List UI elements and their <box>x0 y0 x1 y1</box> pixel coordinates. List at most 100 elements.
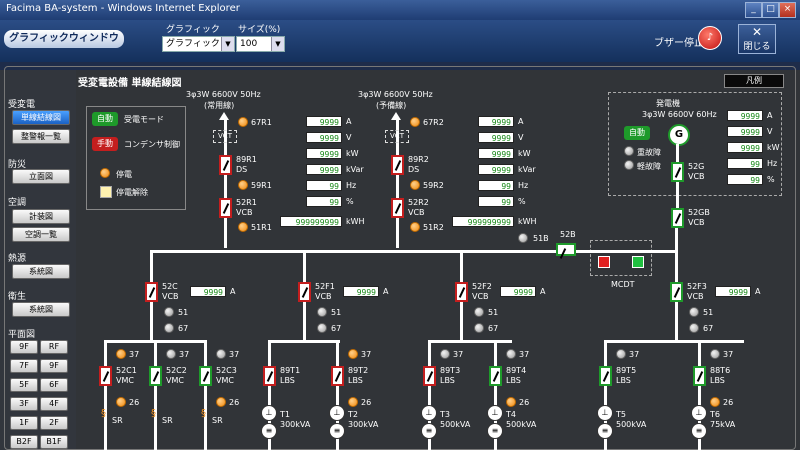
reading-value: 9999 <box>478 116 514 127</box>
breaker-52F3[interactable] <box>670 282 683 302</box>
transformer-icon: ⊥ <box>691 405 707 421</box>
relay-lamp-icon <box>116 397 126 407</box>
reading-unit: kVar <box>518 165 536 174</box>
reading-unit: kW <box>346 149 359 158</box>
breaker-52F2[interactable] <box>455 282 468 302</box>
reading-value: 9999 <box>727 110 763 121</box>
transformer-icon: ⊥ <box>597 405 613 421</box>
relay-lamp-icon <box>474 307 484 317</box>
reading-value: 9999 <box>306 116 342 127</box>
close-button[interactable]: ✕ 閉じる <box>738 24 776 54</box>
graphic-select[interactable]: グラフィック ▼ <box>162 36 235 52</box>
breaker-type: LBS <box>348 376 363 385</box>
relay-label: 67 <box>178 324 189 333</box>
relay-lamp-icon <box>164 323 174 333</box>
breaker-name: 52R2 <box>408 198 429 207</box>
relay-lamp-icon <box>440 349 450 359</box>
breaker-52F1[interactable] <box>298 282 311 302</box>
close-icon: ✕ <box>751 25 763 39</box>
floor-button-B2F[interactable]: B2F <box>10 435 38 449</box>
breaker-52R2[interactable] <box>391 198 404 218</box>
breaker-name: 52GB <box>688 208 710 217</box>
manual-mode-button[interactable]: 手動 <box>92 137 118 151</box>
capacitor-control-label: コンデンサ制御 <box>124 140 180 149</box>
breaker-89T4[interactable] <box>489 366 502 386</box>
floor-button-4F[interactable]: 4F <box>40 397 68 411</box>
reading-value: 99 <box>478 196 514 207</box>
breaker-88T6[interactable] <box>693 366 706 386</box>
relay-lamp-icon <box>317 323 327 333</box>
breaker-89R2[interactable] <box>391 155 404 175</box>
breaker-type: VCB <box>687 292 704 301</box>
floor-button-9F[interactable]: 9F <box>40 359 68 373</box>
nav-single-line-diagram[interactable]: 単線結線図 <box>12 110 70 125</box>
nav-heading-hvac: 空調 <box>8 198 27 208</box>
reactor-label: SR <box>212 416 223 425</box>
nav-instrumentation[interactable]: 計装図 <box>12 209 70 224</box>
breaker-89T1[interactable] <box>263 366 276 386</box>
breaker-52R1[interactable] <box>219 198 232 218</box>
legend-button[interactable]: 凡例 <box>724 74 784 88</box>
breaker-52C[interactable] <box>145 282 158 302</box>
floor-button-6F[interactable]: 6F <box>40 378 68 392</box>
breaker-type: VCB <box>236 208 253 217</box>
breaker-name: 89T4 <box>506 366 527 375</box>
transformer-icon: ≡ <box>261 423 277 439</box>
reading-unit: % <box>767 175 775 184</box>
relay-label: 51R2 <box>423 223 444 232</box>
breaker-89R1[interactable] <box>219 155 232 175</box>
breaker-89T2[interactable] <box>331 366 344 386</box>
maximize-button[interactable]: □ <box>762 2 779 18</box>
nav-elevation[interactable]: 立面図 <box>12 169 70 184</box>
breaker-52C3[interactable] <box>199 366 212 386</box>
breaker-name: 52C1 <box>116 366 137 375</box>
reading-value: 9999 <box>727 142 763 153</box>
floor-button-RF[interactable]: RF <box>40 340 68 354</box>
reading-unit: A <box>755 287 761 296</box>
transformer-icon: ⊥ <box>329 405 345 421</box>
generator-auto-button[interactable]: 自動 <box>624 126 650 140</box>
breaker-52GB[interactable] <box>671 208 684 228</box>
floor-button-9F[interactable]: 9F <box>10 340 38 354</box>
window-close-button[interactable]: × <box>779 2 796 18</box>
transformer-capacity: 500kVA <box>506 420 537 429</box>
transformer-name: T1 <box>280 410 290 419</box>
floor-button-B1F[interactable]: B1F <box>40 435 68 449</box>
auto-mode-button[interactable]: 自動 <box>92 112 118 126</box>
vct-box: VCT <box>213 130 237 143</box>
breaker-name: 52C3 <box>216 366 237 375</box>
size-select[interactable]: 100 ▼ <box>236 36 285 52</box>
reading-unit: kWH <box>346 217 365 226</box>
nav-sanitary-system[interactable]: 系統図 <box>12 302 70 317</box>
breaker-52C2[interactable] <box>149 366 162 386</box>
size-select-value: 100 <box>240 39 258 49</box>
transformer-capacity: 300kVA <box>280 420 311 429</box>
transformer-icon: ≡ <box>329 423 345 439</box>
relay-label: 67 <box>488 324 499 333</box>
floor-button-2F[interactable]: 2F <box>40 416 68 430</box>
buzzer-stop-button[interactable]: ♪ <box>698 26 722 50</box>
relay-lamp-icon <box>348 397 358 407</box>
relay-lamp-icon <box>216 397 226 407</box>
nav-heat-system[interactable]: 系統図 <box>12 264 70 279</box>
reactor-icon: § <box>151 408 156 419</box>
breaker-52G[interactable] <box>671 162 684 182</box>
tie-breaker[interactable] <box>556 243 576 256</box>
breaker-52C1[interactable] <box>99 366 112 386</box>
relay-lamp-icon <box>506 397 516 407</box>
relay-lamp-icon <box>616 349 626 359</box>
breaker-89T5[interactable] <box>599 366 612 386</box>
relay-label: 51 <box>331 308 342 317</box>
floor-button-5F[interactable]: 5F <box>10 378 38 392</box>
floor-button-3F[interactable]: 3F <box>10 397 38 411</box>
minimize-button[interactable]: _ <box>745 2 762 18</box>
breaker-89T3[interactable] <box>423 366 436 386</box>
floor-button-7F[interactable]: 7F <box>10 359 38 373</box>
nav-hvac-list[interactable]: 空調一覧 <box>12 227 70 242</box>
fault-heavy-label: 重故障 <box>637 148 661 157</box>
breaker-name: 88T6 <box>710 366 731 375</box>
relay-lamp-icon <box>689 323 699 333</box>
floor-button-1F[interactable]: 1F <box>10 416 38 430</box>
nav-alarm-list[interactable]: 整警報一覧 <box>12 129 70 144</box>
generator-bus <box>575 250 675 253</box>
